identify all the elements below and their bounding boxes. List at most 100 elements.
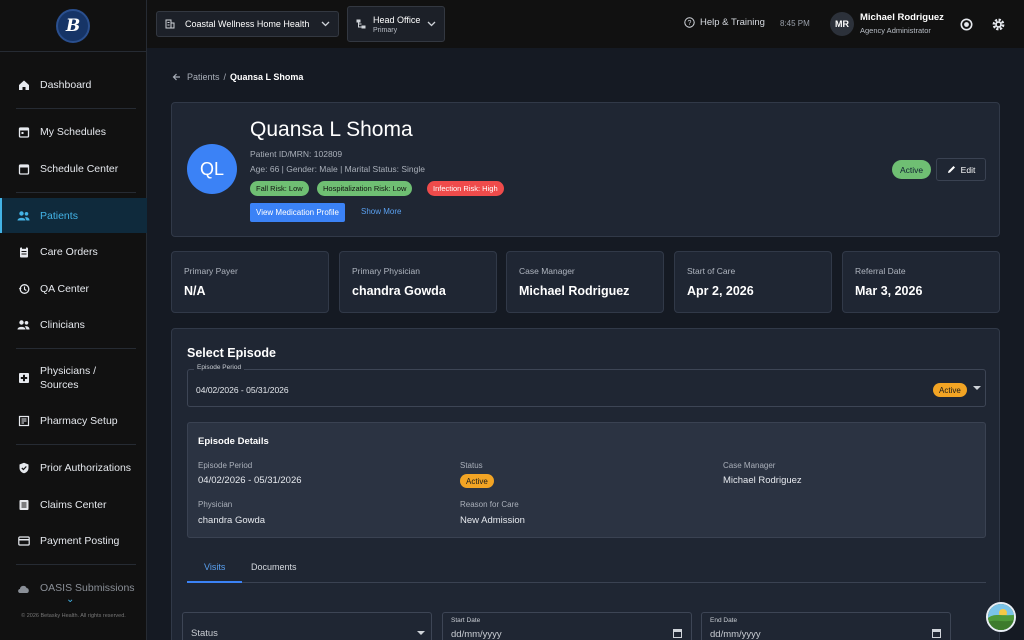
detail-value: New Admission bbox=[460, 515, 525, 526]
svg-text:?: ? bbox=[688, 20, 692, 27]
back-arrow-icon[interactable] bbox=[172, 73, 181, 81]
sidebar-item-pharmacy-setup[interactable]: Pharmacy Setup bbox=[0, 410, 147, 432]
sidebar-item-schedule-center[interactable]: Schedule Center bbox=[0, 158, 147, 180]
clock: 8:45 PM bbox=[780, 19, 810, 28]
sidebar-item-claims-center[interactable]: Claims Center bbox=[0, 494, 147, 516]
patient-avatar: QL bbox=[187, 144, 237, 194]
detail-label: Case Manager bbox=[723, 461, 776, 470]
medical-plus-icon bbox=[17, 372, 30, 385]
episode-period-select[interactable]: Episode Period 04/02/2026 - 05/31/2026 A… bbox=[187, 364, 986, 407]
pharmacy-icon bbox=[17, 415, 30, 428]
sidebar-item-label: Prior Authorizations bbox=[40, 462, 132, 474]
sidebar-item-label: Patients bbox=[40, 209, 78, 222]
gear-icon[interactable] bbox=[990, 16, 1006, 32]
avatar[interactable]: MR bbox=[830, 12, 854, 36]
patient-card: QL Quansa L Shoma Patient ID/MRN: 102809… bbox=[171, 102, 1000, 237]
sidebar-item-label: Care Orders bbox=[40, 246, 98, 258]
sidebar-item-label: Clinicians bbox=[40, 319, 85, 331]
sidebar-item-qa-center[interactable]: QA Center bbox=[0, 278, 147, 300]
patient-demographics: Age: 66 | Gender: Male | Marital Status:… bbox=[250, 164, 425, 174]
stat-value: Mar 3, 2026 bbox=[855, 284, 923, 298]
episode-period-label: Episode Period bbox=[194, 364, 245, 371]
history-icon bbox=[17, 283, 30, 296]
people-icon bbox=[17, 209, 30, 222]
cloud-upload-icon bbox=[17, 582, 30, 595]
divider bbox=[16, 564, 136, 565]
sidebar-item-my-schedules[interactable]: My Schedules bbox=[0, 121, 147, 143]
agency-name: Coastal Wellness Home Health bbox=[185, 19, 310, 29]
divider bbox=[16, 192, 136, 193]
status-filter-select[interactable]: Status bbox=[182, 612, 432, 640]
show-more-link[interactable]: Show More bbox=[361, 207, 401, 216]
dropdown-caret-icon bbox=[973, 386, 981, 390]
infection-risk-badge: Infection Risk: High bbox=[427, 181, 504, 196]
logo-icon[interactable]: B bbox=[56, 9, 90, 43]
patient-name: Quansa L Shoma bbox=[250, 118, 413, 141]
patient-id: Patient ID/MRN: 102809 bbox=[250, 149, 343, 159]
tab-documents[interactable]: Documents bbox=[251, 562, 297, 572]
stat-label: Primary Payer bbox=[184, 266, 238, 276]
status-badge: Active bbox=[892, 160, 932, 179]
office-name: Head Office bbox=[373, 14, 421, 25]
stat-label: Start of Care bbox=[687, 266, 736, 276]
sidebar-item-label: Payment Posting bbox=[40, 535, 120, 547]
help-link[interactable]: ? Help & Training bbox=[684, 17, 765, 28]
sidebar-item-clinicians[interactable]: Clinicians bbox=[0, 314, 147, 336]
chevron-down-icon bbox=[427, 21, 436, 27]
breadcrumb-separator: / bbox=[223, 72, 227, 82]
list-icon bbox=[17, 499, 30, 512]
stat-card-primary-physician: Primary Physician chandra Gowda bbox=[339, 251, 497, 313]
sidebar-item-prior-authorizations[interactable]: Prior Authorizations bbox=[0, 457, 147, 479]
hospitalization-risk-badge: Hospitalization Risk: Low bbox=[317, 181, 413, 196]
divider bbox=[0, 51, 147, 52]
detail-label: Reason for Care bbox=[460, 500, 519, 509]
sidebar-item-label: OASIS Submissions bbox=[40, 582, 135, 594]
home-icon bbox=[17, 79, 30, 92]
detail-value: 04/02/2026 - 05/31/2026 bbox=[198, 475, 302, 486]
breadcrumb: Patients / Quansa L Shoma bbox=[172, 72, 303, 82]
sidebar-item-physicians-sources[interactable]: Physicians / Sources bbox=[0, 364, 147, 392]
edit-button[interactable]: Edit bbox=[936, 158, 986, 181]
user-name[interactable]: Michael Rodriguez bbox=[860, 12, 944, 23]
people-icon bbox=[17, 319, 30, 332]
edit-label: Edit bbox=[960, 164, 976, 175]
breadcrumb-patients[interactable]: Patients bbox=[187, 72, 220, 82]
sidebar-item-patients[interactable]: Patients bbox=[0, 198, 147, 233]
view-medication-profile-button[interactable]: View Medication Profile bbox=[250, 203, 346, 222]
assistant-fab[interactable] bbox=[986, 602, 1016, 632]
stat-value: chandra Gowda bbox=[352, 284, 446, 298]
episode-details-title: Episode Details bbox=[198, 436, 269, 447]
calendar-icon[interactable] bbox=[673, 629, 682, 638]
brightness-icon[interactable] bbox=[958, 16, 974, 32]
select-episode-title: Select Episode bbox=[187, 346, 276, 360]
building-icon bbox=[165, 19, 175, 29]
stat-card-case-manager: Case Manager Michael Rodriguez bbox=[506, 251, 664, 313]
stat-label: Referral Date bbox=[855, 266, 906, 276]
calendar-icon[interactable] bbox=[932, 629, 941, 638]
shield-check-icon bbox=[17, 462, 30, 475]
stat-value: Apr 2, 2026 bbox=[687, 284, 754, 298]
stat-value: N/A bbox=[184, 284, 206, 298]
sidebar-item-label: Claims Center bbox=[40, 499, 107, 511]
tab-visits[interactable]: Visits bbox=[204, 562, 225, 572]
divider bbox=[16, 108, 136, 109]
sidebar-item-care-orders[interactable]: Care Orders bbox=[0, 241, 147, 263]
agency-select[interactable]: Coastal Wellness Home Health bbox=[156, 11, 339, 37]
start-date-field[interactable]: Start Date dd/mm/yyyy bbox=[442, 612, 692, 640]
chevron-down-icon[interactable]: ⌄ bbox=[66, 594, 74, 605]
office-tree-icon bbox=[356, 19, 366, 29]
episode-tabs: Visits Documents bbox=[187, 557, 986, 583]
detail-value: Michael Rodriguez bbox=[723, 475, 802, 486]
credit-card-icon bbox=[17, 535, 30, 548]
detail-label: Physician bbox=[198, 500, 233, 509]
user-role: Agency Administrator bbox=[860, 26, 931, 35]
office-select[interactable]: Head Office Primary bbox=[347, 6, 445, 42]
start-date-label: Start Date bbox=[451, 617, 481, 624]
detail-value: chandra Gowda bbox=[198, 515, 266, 526]
sidebar-item-payment-posting[interactable]: Payment Posting bbox=[0, 530, 147, 552]
end-date-field[interactable]: End Date dd/mm/yyyy bbox=[701, 612, 951, 640]
calendar-icon bbox=[17, 163, 30, 176]
fall-risk-badge: Fall Risk: Low bbox=[250, 181, 309, 196]
episode-details: Episode Details Episode Period 04/02/202… bbox=[187, 422, 986, 538]
sidebar-item-dashboard[interactable]: Dashboard bbox=[0, 74, 147, 96]
